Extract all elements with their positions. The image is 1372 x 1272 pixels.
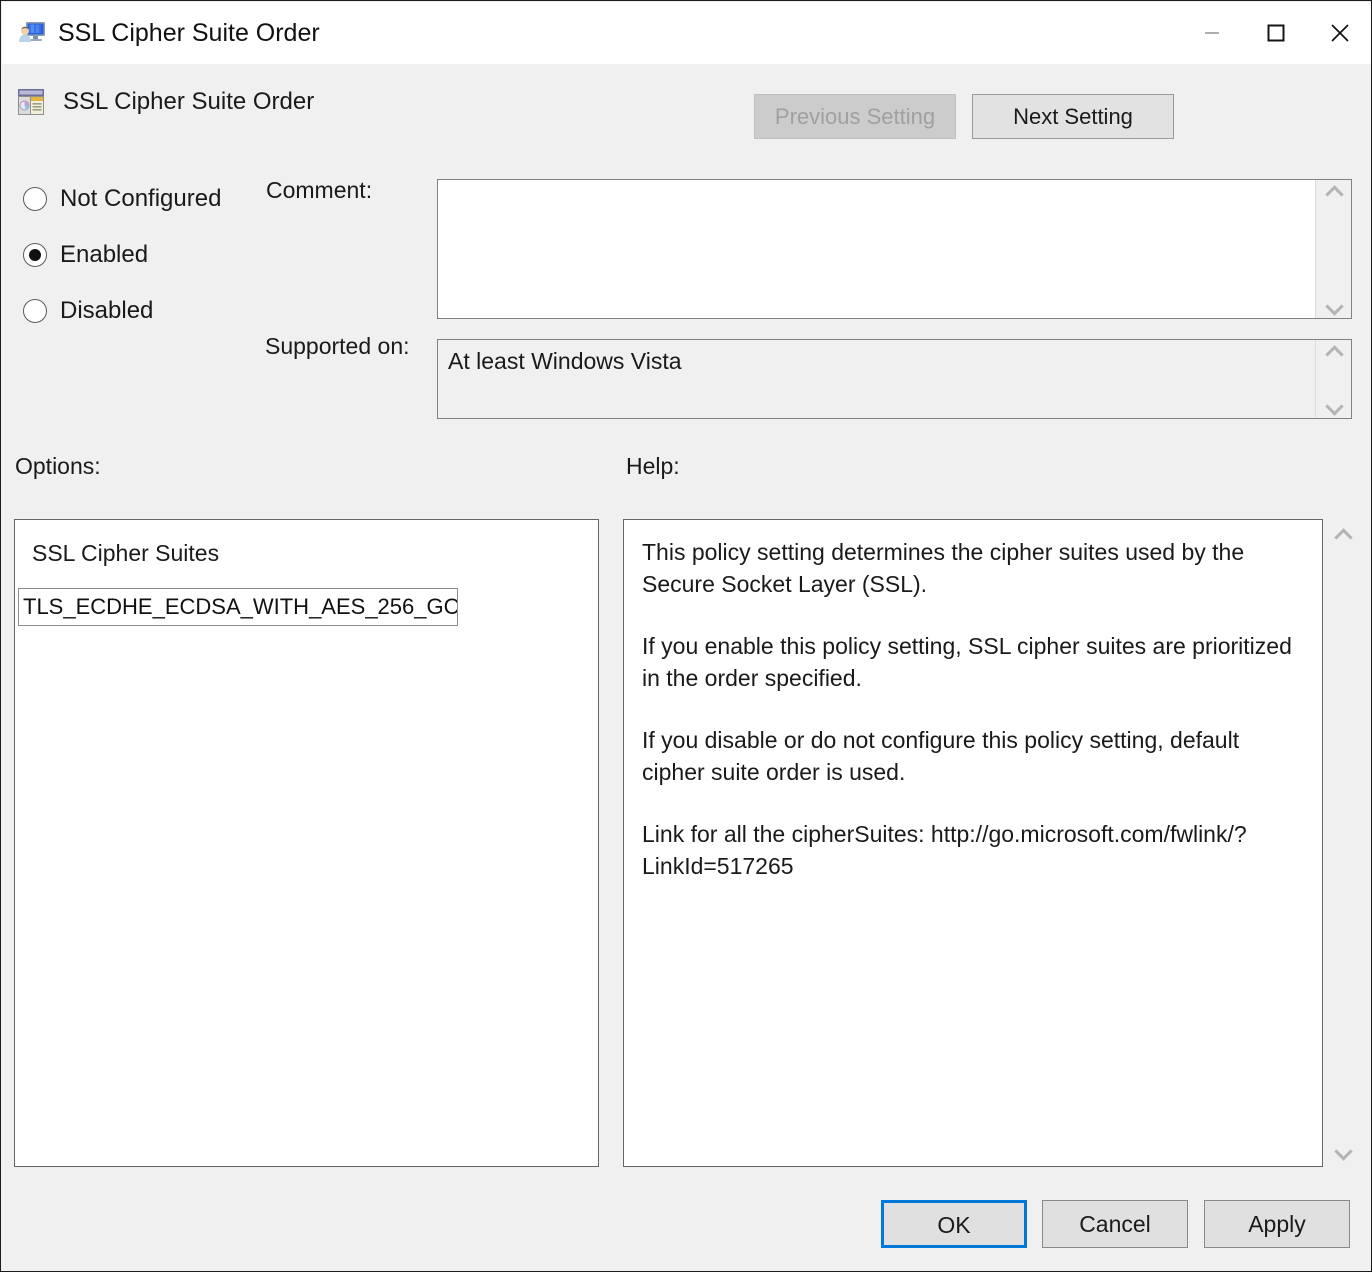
minimize-button[interactable] [1180,2,1244,64]
close-button[interactable] [1308,2,1372,64]
chevron-down-icon[interactable] [1334,1145,1352,1157]
chevron-up-icon[interactable] [1325,346,1343,358]
options-section-label: Options: [15,453,101,480]
help-paragraph-4: Link for all the cipherSuites: http://go… [642,818,1304,882]
radio-disabled-label: Disabled [60,297,153,325]
supported-on-value: At least Windows Vista [438,340,1315,418]
policy-document-icon [16,87,46,117]
setting-header: SSL Cipher Suite Order Previous Setting … [2,64,1372,159]
ssl-cipher-suites-input[interactable]: TLS_ECDHE_ECDSA_WITH_AES_256_GCM_S [18,588,458,626]
radio-disabled[interactable]: Disabled [23,293,221,329]
help-paragraph-1: This policy setting determines the ciphe… [642,536,1304,600]
chevron-down-icon[interactable] [1325,400,1343,412]
chevron-up-icon[interactable] [1325,186,1343,198]
previous-setting-button[interactable]: Previous Setting [754,94,956,139]
comment-input[interactable] [438,180,1315,318]
comment-field[interactable] [437,179,1352,319]
radio-disabled-mark[interactable] [23,299,47,323]
help-section-label: Help: [626,453,680,480]
window-title: SSL Cipher Suite Order [58,19,320,48]
chevron-up-icon[interactable] [1334,529,1352,541]
window-controls [1180,2,1372,64]
next-setting-button[interactable]: Next Setting [972,94,1174,139]
comment-scrollbar[interactable] [1315,180,1351,318]
radio-not-configured[interactable]: Not Configured [23,181,221,217]
ok-button[interactable]: OK [881,1200,1027,1248]
title-bar: SSL Cipher Suite Order [2,2,1372,64]
options-panel: SSL Cipher Suites TLS_ECDHE_ECDSA_WITH_A… [14,519,599,1167]
radio-enabled-mark[interactable] [23,243,47,267]
ssl-cipher-suites-label: SSL Cipher Suites [32,540,219,567]
radio-not-configured-mark[interactable] [23,187,47,211]
help-paragraph-3: If you disable or do not configure this … [642,724,1304,788]
maximize-button[interactable] [1244,2,1308,64]
supported-on-scrollbar[interactable] [1315,340,1351,418]
close-icon [1327,20,1353,46]
ssl-cipher-suite-order-dialog: SSL Cipher Suite Order [0,0,1372,1272]
help-paragraph-2: If you enable this policy setting, SSL c… [642,630,1304,694]
radio-enabled-label: Enabled [60,241,148,269]
comment-label: Comment: [266,177,372,204]
supported-on-label: Supported on: [265,333,410,360]
radio-not-configured-label: Not Configured [60,185,221,213]
chevron-down-icon[interactable] [1325,300,1343,312]
apply-button[interactable]: Apply [1204,1200,1350,1248]
maximize-icon [1264,21,1288,45]
minimize-icon [1201,22,1223,44]
help-panel: This policy setting determines the ciphe… [623,519,1323,1167]
window-policy-icon [17,18,47,48]
cancel-button[interactable]: Cancel [1042,1200,1188,1248]
help-scrollbar[interactable] [1325,521,1361,1165]
supported-on-field: At least Windows Vista [437,339,1352,419]
policy-state-radio-group: Not Configured Enabled Disabled [23,181,221,349]
setting-title: SSL Cipher Suite Order [63,88,314,116]
radio-enabled[interactable]: Enabled [23,237,221,273]
